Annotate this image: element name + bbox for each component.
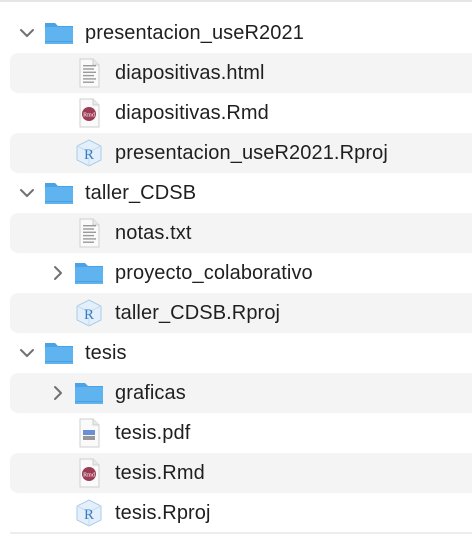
- item-name: tesis.Rmd: [115, 462, 205, 484]
- chevron-down-icon[interactable]: [19, 345, 35, 361]
- pdf-file-icon: [73, 417, 105, 449]
- file-row[interactable]: Rmd diapositivas.Rmd: [10, 93, 472, 133]
- item-name: presentacion_useR2021.Rproj: [115, 142, 388, 164]
- chevron-down-icon[interactable]: [19, 25, 35, 41]
- item-name: tesis.Rproj: [115, 502, 211, 524]
- file-row[interactable]: notas.txt: [10, 213, 472, 253]
- folder-row[interactable]: tesis: [10, 333, 472, 373]
- folder-icon: [73, 257, 105, 289]
- item-name: diapositivas.Rmd: [115, 102, 269, 124]
- chevron-right-icon[interactable]: [50, 265, 66, 281]
- item-name: graficas: [115, 382, 186, 404]
- svg-text:Rmd: Rmd: [83, 473, 95, 479]
- file-row[interactable]: Rmd tesis.Rmd: [10, 453, 472, 493]
- folder-row[interactable]: taller_CDSB: [10, 173, 472, 213]
- text-file-icon: [73, 217, 105, 249]
- rmd-file-icon: Rmd: [73, 97, 105, 129]
- folder-icon: [43, 17, 75, 49]
- chevron-down-icon[interactable]: [19, 185, 35, 201]
- item-name: presentacion_useR2021: [85, 22, 304, 44]
- item-name: notas.txt: [115, 222, 192, 244]
- svg-text:Rmd: Rmd: [83, 113, 95, 119]
- folder-icon: [43, 337, 75, 369]
- item-name: tesis: [85, 342, 127, 364]
- folder-row[interactable]: proyecto_colaborativo: [10, 253, 472, 293]
- file-row[interactable]: tesis.pdf: [10, 413, 472, 453]
- item-name: proyecto_colaborativo: [115, 262, 313, 284]
- rproj-file-icon: R: [73, 497, 105, 529]
- file-row[interactable]: Rtaller_CDSB.Rproj: [10, 293, 472, 333]
- folder-icon: [43, 177, 75, 209]
- folder-icon: [73, 377, 105, 409]
- top-border: [0, 0, 472, 2]
- rproj-file-icon: R: [73, 137, 105, 169]
- item-name: taller_CDSB.Rproj: [115, 302, 281, 324]
- file-list: presentacion_useR2021 diapositivas.html Rm…: [0, 13, 472, 533]
- folder-row[interactable]: graficas: [10, 373, 472, 413]
- file-row[interactable]: Rpresentacion_useR2021.Rproj: [10, 133, 472, 173]
- svg-text:R: R: [84, 507, 94, 523]
- rproj-file-icon: R: [73, 297, 105, 329]
- item-name: diapositivas.html: [115, 62, 265, 84]
- html-file-icon: [73, 57, 105, 89]
- svg-text:R: R: [84, 307, 94, 323]
- rmd-file-icon: Rmd: [73, 457, 105, 489]
- file-row[interactable]: Rtesis.Rproj: [10, 493, 472, 533]
- chevron-right-icon[interactable]: [50, 385, 66, 401]
- folder-row[interactable]: presentacion_useR2021: [10, 13, 472, 53]
- item-name: tesis.pdf: [115, 422, 191, 444]
- file-row[interactable]: diapositivas.html: [10, 53, 472, 93]
- item-name: taller_CDSB: [85, 182, 197, 204]
- svg-text:R: R: [84, 147, 94, 163]
